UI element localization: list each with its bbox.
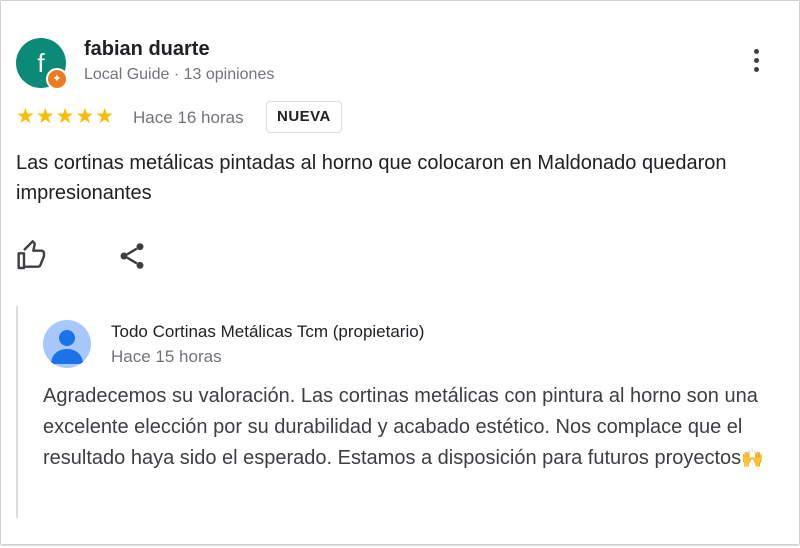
reply-divider <box>16 306 18 518</box>
author-subtitle: Local Guide · 13 opiniones <box>84 66 275 83</box>
like-button[interactable] <box>16 240 48 272</box>
review-time: Hace 16 horas <box>133 108 244 127</box>
share-button[interactable] <box>116 240 148 272</box>
reply-text: Agradecemos su valoración. Las cortinas … <box>43 381 788 474</box>
owner-name: Todo Cortinas Metálicas Tcm (propietario… <box>111 322 425 341</box>
new-badge: NUEVA <box>266 101 342 133</box>
more-options-button[interactable] <box>742 46 770 82</box>
author-initial: f <box>37 48 45 78</box>
share-icon <box>120 243 144 269</box>
local-guide-badge-icon: ✦ <box>46 68 68 90</box>
author-name[interactable]: fabian duarte <box>84 38 210 61</box>
bottom-divider <box>0 545 800 546</box>
person-icon <box>51 330 83 364</box>
more-vert-icon <box>742 49 770 72</box>
thumbs-up-icon <box>17 240 46 270</box>
review-text: Las cortinas metálicas pintadas al horno… <box>16 152 727 204</box>
star-rating: ★★★★★ <box>16 105 116 128</box>
reply-body: Agradecemos su valoración. Las cortinas … <box>43 385 758 469</box>
raising-hands-icon: 🙌 <box>741 448 764 468</box>
owner-avatar <box>43 320 91 368</box>
reply-time: Hace 15 horas <box>111 347 222 366</box>
